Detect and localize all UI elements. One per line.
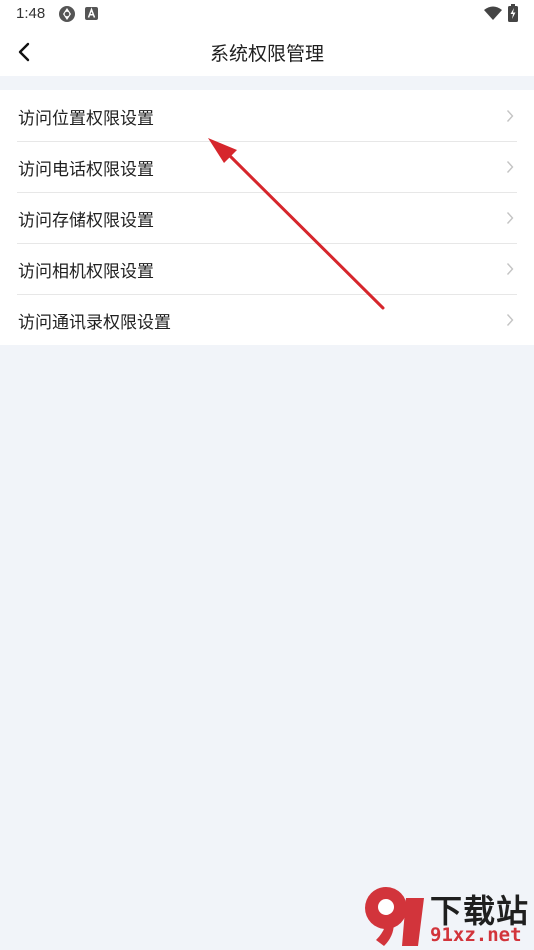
chevron-right-icon — [506, 212, 514, 224]
chevron-right-icon — [506, 110, 514, 122]
status-time: 1:48 — [16, 5, 46, 22]
location-permission-label: 访问位置权限设置 — [18, 109, 154, 129]
storage-permission-label: 访问存储权限设置 — [18, 211, 154, 231]
storage-permission-item[interactable]: 访问存储权限设置 — [0, 192, 534, 243]
site-watermark: 下载站 91xz.net — [362, 882, 534, 950]
chevron-right-icon — [506, 161, 514, 173]
location-permission-item[interactable]: 访问位置权限设置 — [0, 90, 534, 141]
chevron-right-icon — [506, 263, 514, 275]
camera-permission-label: 访问相机权限设置 — [18, 262, 154, 282]
contacts-permission-item[interactable]: 访问通讯录权限设置 — [0, 294, 534, 345]
phone-permission-label: 访问电话权限设置 — [18, 160, 154, 180]
permission-settings-list: 访问位置权限设置 访问电话权限设置 访问存储权限设置 访问相机权限设置 访问通讯… — [0, 90, 534, 345]
watermark-domain: 91xz.net — [430, 924, 522, 946]
app-header: 系统权限管理 — [0, 28, 534, 76]
phone-permission-item[interactable]: 访问电话权限设置 — [0, 141, 534, 192]
aperture-icon — [59, 6, 75, 22]
battery-icon — [508, 4, 518, 22]
a-badge-icon — [85, 7, 98, 20]
page-title: 系统权限管理 — [209, 43, 324, 65]
camera-permission-item[interactable]: 访问相机权限设置 — [0, 243, 534, 294]
contacts-permission-label: 访问通讯录权限设置 — [18, 313, 171, 333]
status-bar: 1:48 — [0, 0, 534, 28]
chevron-right-icon — [506, 314, 514, 326]
wifi-icon — [484, 6, 502, 20]
watermark-logo-icon — [365, 887, 424, 946]
